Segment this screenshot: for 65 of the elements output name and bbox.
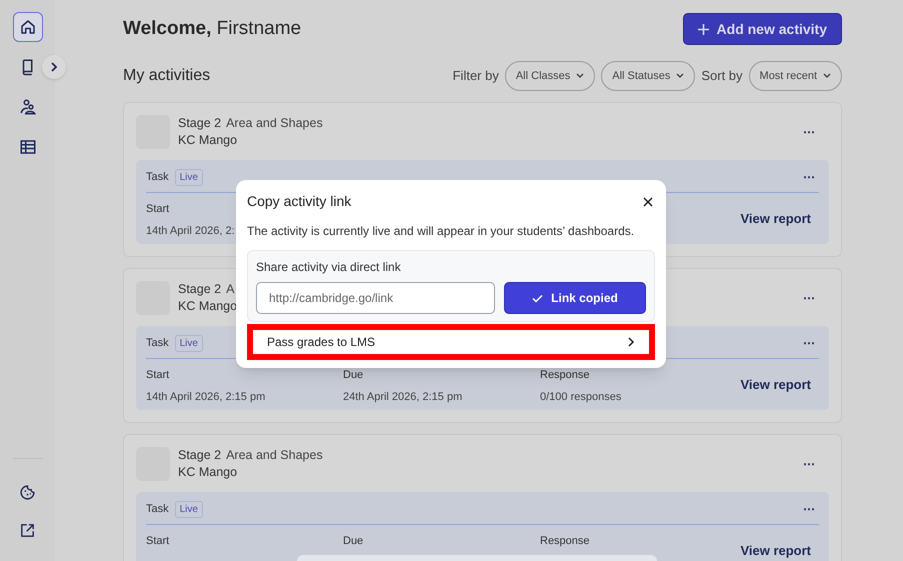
field-label: Start	[146, 368, 170, 383]
stage-label: Stage 2	[178, 447, 222, 464]
close-icon	[643, 196, 653, 206]
field-label: Start	[146, 534, 170, 549]
field-value: 14th April 2026, 2:15 pm	[146, 390, 266, 404]
dropdown[interactable]: Most recent	[748, 61, 842, 91]
cookie-icon	[19, 484, 36, 500]
chevron-right-icon	[628, 337, 635, 347]
view-report-link[interactable]: View report	[740, 375, 811, 394]
external-link-icon	[19, 522, 36, 538]
field-label: Response	[540, 534, 590, 549]
chevron-right-icon	[49, 62, 59, 72]
status-tag: Live	[174, 168, 203, 186]
plus-icon	[698, 24, 709, 34]
filter-label: Filter by	[452, 67, 499, 86]
people-icon	[18, 98, 36, 116]
add-activity-button[interactable]: Add new activity	[682, 13, 842, 45]
more-options-button[interactable]: ⋯	[801, 458, 817, 470]
task-label: Task	[146, 336, 169, 351]
close-button[interactable]	[641, 194, 655, 208]
field-label: Due	[343, 368, 364, 383]
welcome-heading: Welcome, Firstname	[123, 16, 302, 41]
more-options-button[interactable]: ⋯	[801, 171, 817, 183]
field-label: Due	[343, 534, 364, 549]
view-report-link[interactable]: View report	[740, 209, 811, 228]
class-name: KC Mango	[178, 464, 238, 481]
field-value: 24th April 2026, 2:15 pm	[343, 390, 462, 404]
more-options-button[interactable]: ⋯	[801, 503, 817, 515]
dropdown[interactable]: All Classes	[504, 61, 596, 91]
home-icon	[18, 18, 36, 36]
dialog-message: The activity is currently live and will appear in your students’ dashboards.	[247, 223, 636, 240]
table-icon	[18, 138, 36, 156]
stage-label: Stage 2	[178, 281, 222, 298]
status-tag: Live	[174, 334, 203, 352]
class-name: KC Mango	[178, 132, 238, 149]
field-label: Response	[540, 368, 590, 383]
more-options-button[interactable]: ⋯	[801, 292, 817, 304]
link-field[interactable]: http://cambridge.go/link	[256, 282, 495, 314]
pass-grades-option[interactable]: Pass grades to LMS	[247, 324, 655, 360]
view-report-link[interactable]: View report	[740, 541, 811, 560]
sidebar-item[interactable]	[12, 12, 42, 42]
status-tag: Live	[174, 500, 203, 518]
activity-title: A	[226, 281, 234, 298]
task-label: Task	[146, 502, 169, 517]
more-options-button[interactable]: ⋯	[801, 337, 817, 349]
stage-label: Stage 2	[178, 115, 222, 132]
class-name: KC Mango	[178, 298, 238, 315]
more-options-button[interactable]: ⋯	[801, 126, 817, 138]
chevron-down-icon	[576, 73, 584, 79]
expand-sidebar-button[interactable]	[42, 55, 66, 79]
field-value: 0/100 responses	[540, 390, 622, 404]
field-value: 14th April 2026, 2:	[146, 224, 235, 238]
activity-title: Area and Shapes	[226, 447, 323, 464]
dropdown[interactable]: All Statuses	[601, 61, 696, 91]
link-copied-button[interactable]: Link copied	[504, 282, 646, 314]
share-label: Share activity via direct link	[256, 259, 402, 276]
task-label: Task	[146, 170, 169, 185]
section-title: My activities	[123, 66, 212, 86]
dialog-title: Copy activity link	[247, 192, 352, 211]
sort-label: Sort by	[701, 67, 743, 86]
activity-title: Area and Shapes	[226, 115, 323, 132]
chevron-down-icon	[676, 73, 684, 79]
chevron-down-icon	[823, 73, 831, 79]
field-label: Start	[146, 202, 170, 217]
check-icon	[532, 294, 544, 302]
